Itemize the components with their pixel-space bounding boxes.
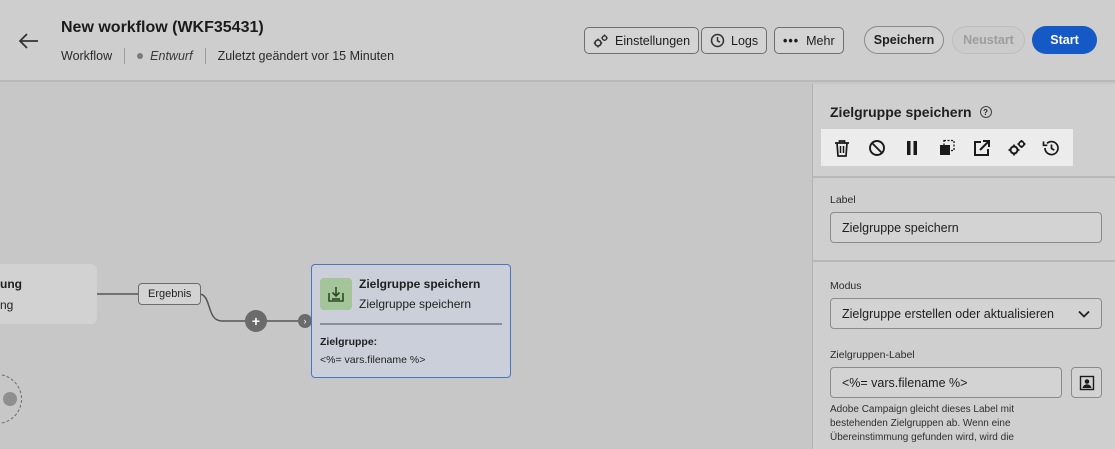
audience-label-help-text: Adobe Campaign gleicht dieses Label mit … [830,404,1014,443]
node-subtitle: Zielgruppe speichern [359,297,472,311]
start-button[interactable]: Start [1032,26,1097,54]
logs-label: Logs [731,33,759,48]
page-title: New workflow (WKF35431) [61,19,264,36]
add-activity-button[interactable]: + [245,310,267,332]
settings-icon[interactable] [1004,135,1030,161]
back-arrow-icon[interactable] [16,28,42,54]
activity-toolbar [821,129,1073,166]
panel-title: Zielgruppe speichern ? [830,104,992,120]
panel-divider [813,260,1115,262]
node-divider [320,323,502,325]
label-input[interactable]: Zielgruppe speichern [830,212,1102,243]
save-audience-node[interactable]: Zielgruppe speichern Zielgruppe speicher… [311,264,511,378]
transition-label: Ergebnis [138,283,202,305]
personalization-picker-button[interactable] [1071,367,1102,398]
disable-icon[interactable] [864,135,890,161]
properties-panel: Zielgruppe speichern ? Label Zielgruppe … [812,84,1115,449]
restart-button[interactable]: Neustart [952,26,1025,54]
settings-button[interactable]: Einstellungen [584,27,700,54]
status-badge: Entwurf [150,49,193,63]
previous-node-title: ung [0,277,22,291]
mode-field-label: Modus [830,280,862,292]
save-button[interactable]: Speichern [864,26,944,54]
audience-label-field-label: Zielgruppen-Label [830,349,915,361]
more-label: Mehr [806,33,835,48]
mode-select[interactable]: Zielgruppe erstellen oder aktualisieren [830,298,1102,329]
ellipsis-icon: ••• [783,33,800,48]
more-button[interactable]: ••• Mehr [774,27,844,54]
history-icon[interactable] [1038,135,1064,161]
copy-icon[interactable] [934,135,960,161]
label-field-label: Label [830,194,856,206]
pause-icon[interactable] [899,135,925,161]
divider [204,48,206,64]
profile-card-icon [1079,375,1094,390]
workflow-canvas[interactable]: ung ng Ergebnis + › Zielgruppe speichern… [0,84,812,449]
trash-icon[interactable] [829,135,855,161]
last-modified: Zuletzt geändert vor 15 Minuten [217,49,395,63]
mode-select-value: Zielgruppe erstellen oder aktualisieren [842,306,1054,321]
node-detail-label: Zielgruppe: [320,336,378,348]
logs-button[interactable]: Logs [701,27,768,54]
open-external-icon[interactable] [969,135,995,161]
divider [124,48,126,64]
workflow-type: Workflow [61,49,113,63]
workflow-meta: Workflow Entwurf Zuletzt geändert vor 15… [61,48,394,64]
node-title: Zielgruppe speichern [359,277,481,291]
previous-node-subtitle: ng [0,298,14,312]
help-icon[interactable]: ? [979,106,992,118]
history-icon [710,33,725,48]
workflow-header: New workflow (WKF35431) Workflow Entwurf… [0,0,1115,82]
panel-divider [813,176,1115,178]
audience-label-input[interactable]: <%= vars.filename %> [830,367,1062,398]
gears-icon [593,34,608,47]
save-audience-icon [320,278,352,310]
status-dot-icon [137,53,144,59]
previous-activity-node[interactable]: ung ng [0,264,97,324]
node-port-icon [3,392,17,406]
panel-title-text: Zielgruppe speichern [830,104,972,120]
node-detail-value: <%= vars.filename %> [320,354,426,366]
settings-label: Einstellungen [615,33,691,48]
chevron-right-icon: › [298,314,312,328]
chevron-down-icon [1078,310,1090,318]
